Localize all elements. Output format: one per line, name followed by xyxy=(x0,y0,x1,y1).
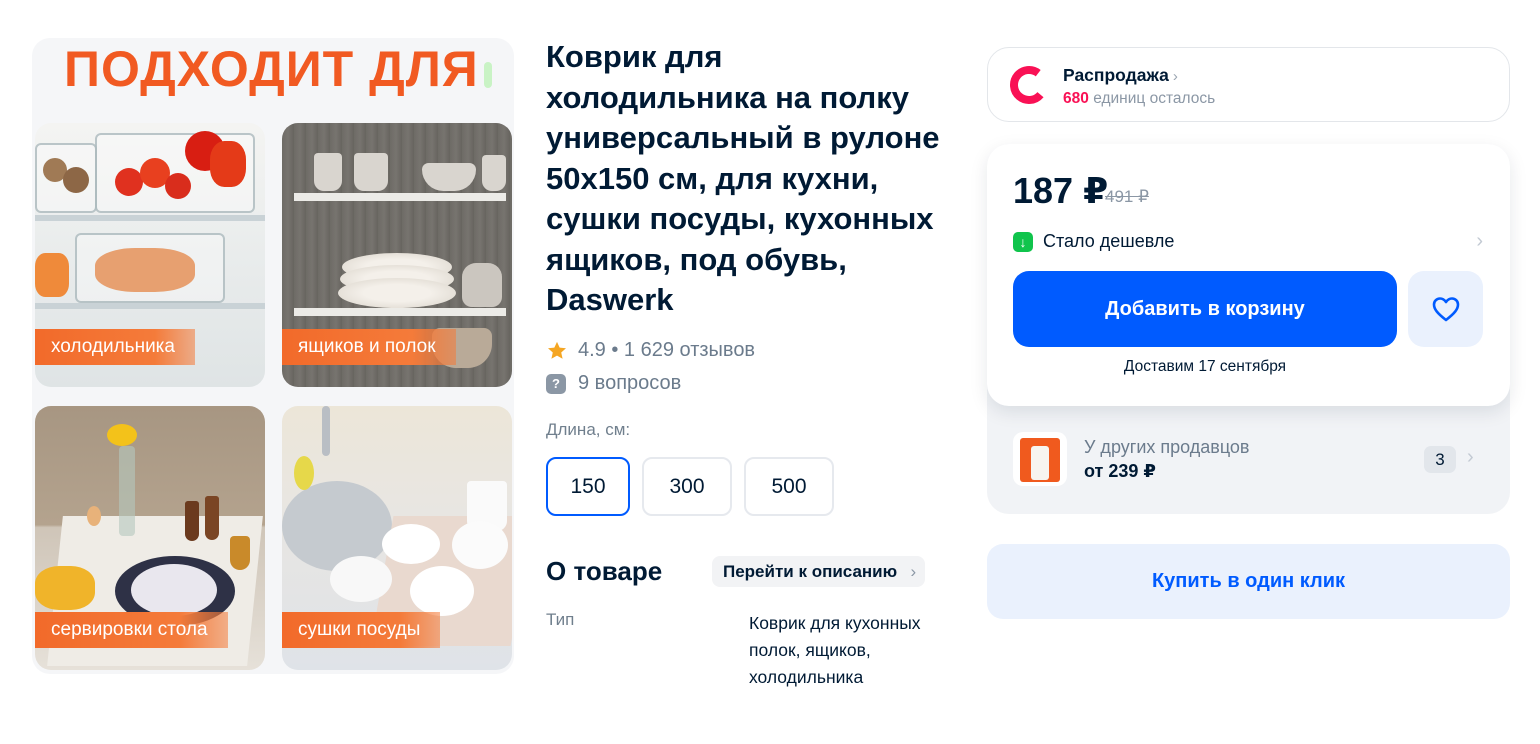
length-option-150[interactable]: 150 xyxy=(546,457,630,516)
current-price: 187 ₽ xyxy=(1013,170,1109,211)
about-title: О товаре xyxy=(546,556,663,586)
delivery-date: Доставим 17 сентября xyxy=(1123,358,1287,375)
go-to-description-label: Перейти к описанию xyxy=(723,562,898,581)
length-options: 150 300 500 xyxy=(546,457,834,516)
length-option-300[interactable]: 300 xyxy=(642,457,732,516)
question-bubble-icon: ? xyxy=(546,373,566,394)
heart-icon xyxy=(1432,297,1459,322)
gallery-scroll-indicator xyxy=(484,62,492,88)
length-label: Длина, см: xyxy=(546,420,631,439)
price-dropped-row[interactable]: ↓ Стало дешевле › xyxy=(1013,230,1483,256)
other-seller-thumbnail xyxy=(1013,432,1067,486)
sale-count: 680 xyxy=(1063,90,1089,107)
sale-remaining-text: единиц осталось xyxy=(1093,90,1216,107)
sale-remaining: 680 единиц осталось xyxy=(1063,90,1215,108)
price-card: 187 ₽ 491 ₽ ↓ Стало дешевле › Добавить в… xyxy=(987,144,1510,406)
tile-label: сервировки стола xyxy=(35,612,228,648)
sale-ring-icon xyxy=(1010,66,1048,104)
rating-text: 4.9 • 1 629 отзывов xyxy=(578,339,756,361)
price-dropped-text: Стало дешевле xyxy=(1043,231,1175,251)
chevron-right-icon: › xyxy=(1172,68,1178,85)
product-title: Коврик для холодильника на полку универс… xyxy=(546,39,940,317)
star-icon xyxy=(548,341,566,359)
go-to-description-button[interactable]: Перейти к описанию › xyxy=(712,556,926,587)
gallery-heading: ПОДХОДИТ ДЛЯ xyxy=(64,41,479,97)
gallery-tile-table[interactable]: сервировки стола xyxy=(35,406,265,670)
sale-title: Распродажа › xyxy=(1063,65,1178,86)
chevron-right-icon: › xyxy=(910,562,917,581)
gallery-tile-drying[interactable]: сушки посуды xyxy=(282,406,512,670)
buy-one-click-button[interactable]: Купить в один клик xyxy=(987,544,1510,619)
rating-reviews-link[interactable]: 4.9 • 1 629 отзывов xyxy=(546,339,755,362)
tile-label: ящиков и полок xyxy=(282,329,456,365)
questions-text: 9 вопросов xyxy=(578,372,682,394)
gallery-tile-fridge[interactable]: холодильника xyxy=(35,123,265,387)
add-to-cart-button[interactable]: Добавить в корзину xyxy=(1013,271,1397,347)
gallery-tile-shelves[interactable]: ящиков и полок xyxy=(282,123,512,387)
other-sellers-count: 3 xyxy=(1424,446,1456,473)
tile-label: холодильника xyxy=(35,329,195,365)
other-sellers-row[interactable]: У других продавцов от 239 ₽ 3 › xyxy=(987,406,1510,514)
other-sellers-title: У других продавцов xyxy=(1084,437,1250,457)
chevron-right-icon: › xyxy=(1467,446,1474,468)
favorite-button[interactable] xyxy=(1408,271,1483,347)
old-price: 491 ₽ xyxy=(1105,187,1149,206)
sale-title-text: Распродажа xyxy=(1063,65,1169,85)
questions-link[interactable]: ? 9 вопросов xyxy=(546,372,681,395)
sale-banner[interactable]: Распродажа › 680 единиц осталось xyxy=(987,47,1510,122)
product-gallery[interactable]: ПОДХОДИТ ДЛЯ холодильника ящиков и полок… xyxy=(32,38,514,674)
tile-label: сушки посуды xyxy=(282,612,441,648)
chevron-right-icon: › xyxy=(1476,230,1483,252)
other-sellers-price: от 239 ₽ xyxy=(1084,461,1156,481)
arrow-down-icon: ↓ xyxy=(1013,232,1033,252)
length-option-500[interactable]: 500 xyxy=(744,457,834,516)
spec-value: Коврик для кухонных полок, ящиков, холод… xyxy=(749,613,921,687)
spec-key: Тип xyxy=(546,610,575,629)
